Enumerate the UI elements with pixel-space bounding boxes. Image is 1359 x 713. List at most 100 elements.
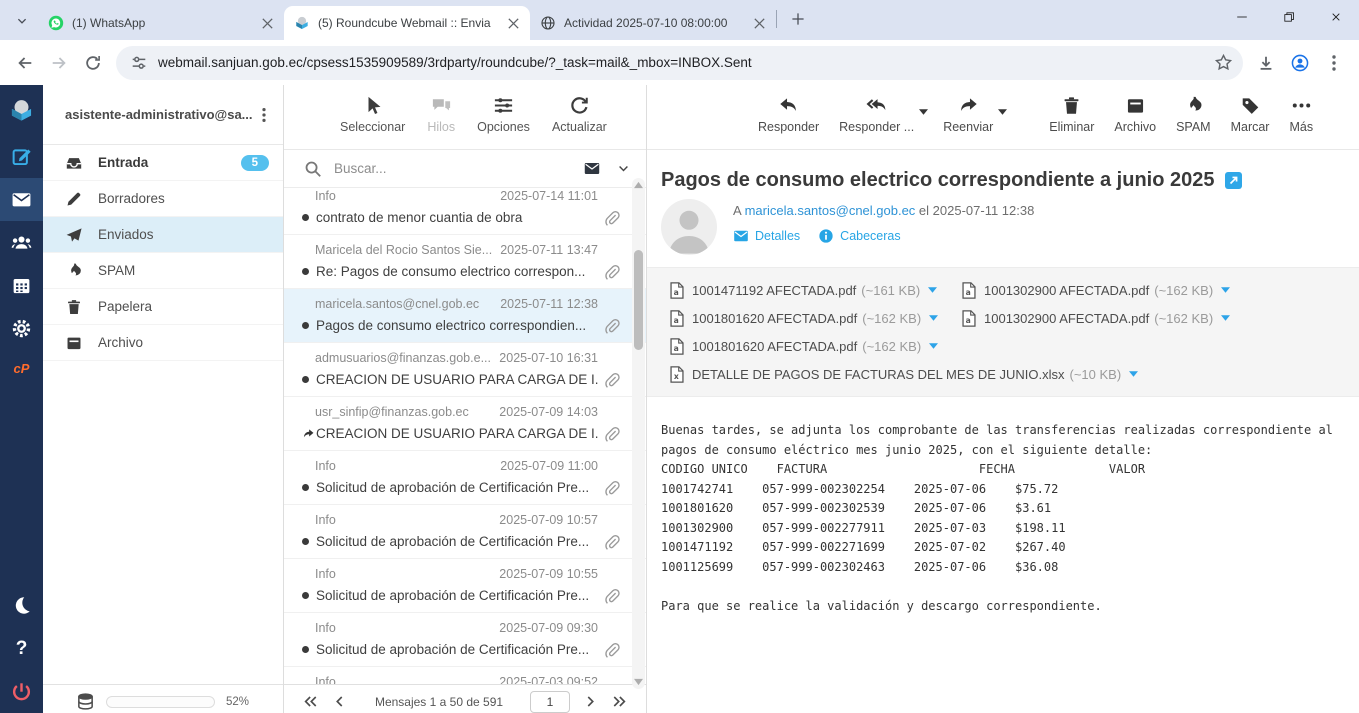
attachment-menu-icon[interactable] [1221, 315, 1230, 321]
folder-options-button[interactable] [255, 106, 273, 124]
minimize-button[interactable] [1218, 0, 1265, 34]
prev-page-button[interactable] [332, 694, 347, 709]
restore-button[interactable] [1265, 0, 1312, 34]
list-toolbar-opciones[interactable]: Opciones [473, 94, 534, 135]
msg-toolbar-spam[interactable]: SPAM [1171, 94, 1216, 135]
attachment-menu-icon[interactable] [928, 287, 937, 293]
first-page-button[interactable] [303, 694, 318, 709]
attachment-item[interactable]: a 1001302900 AFECTADA.pdf (~162 KB) [962, 304, 1254, 332]
unread-dot [302, 214, 309, 221]
attachment-item[interactable]: a 1001302900 AFECTADA.pdf (~162 KB) [962, 276, 1254, 304]
message-row[interactable]: usr_sinfip@finanzas.gob.ec 2025-07-09 14… [284, 397, 646, 451]
message-row[interactable]: Info 2025-07-09 11:00 Solicitud de aprob… [284, 451, 646, 505]
caret-down-icon[interactable] [919, 109, 928, 115]
caret-down-icon[interactable] [998, 109, 1007, 115]
dark-mode-button[interactable] [0, 584, 43, 627]
help-button[interactable]: ? [0, 627, 43, 670]
list-toolbar-seleccionar[interactable]: Seleccionar [336, 94, 409, 135]
message-row[interactable]: Info 2025-07-03 09:52 Solicitud de aprob… [284, 667, 646, 684]
list-toolbar-actualizar[interactable]: Actualizar [548, 94, 611, 135]
browser-menu-button[interactable] [1317, 46, 1351, 80]
folder-item-archivo[interactable]: Archivo [43, 325, 283, 361]
action-detalles[interactable]: Detalles [733, 228, 800, 244]
message-row[interactable]: Info 2025-07-14 11:01 contrato de menor … [284, 188, 646, 235]
address-bar[interactable]: webmail.sanjuan.gob.ec/cpsess1535909589/… [116, 46, 1243, 80]
new-tab-button[interactable] [785, 6, 811, 32]
mail-nav-button[interactable] [0, 178, 43, 221]
message-status [302, 268, 316, 275]
compose-button[interactable] [0, 135, 43, 178]
message-row[interactable]: Maricela del Rocio Santos Sie... 2025-07… [284, 235, 646, 289]
folder-item-borradores[interactable]: Borradores [43, 181, 283, 217]
message-row[interactable]: maricela.santos@cnel.gob.ec 2025-07-11 1… [284, 289, 646, 343]
list-toolbar-hilos[interactable]: Hilos [423, 94, 459, 135]
list-toolbar: Seleccionar Hilos Opciones Actualizar [284, 85, 646, 150]
logout-button[interactable] [0, 670, 43, 713]
back-button[interactable] [8, 46, 42, 80]
attachment-menu-icon[interactable] [1129, 371, 1138, 377]
list-toolbar-label: Seleccionar [340, 120, 405, 134]
close-window-button[interactable] [1312, 0, 1359, 34]
msg-toolbar-eliminar[interactable]: Eliminar [1044, 94, 1099, 135]
recipient-email-link[interactable]: maricela.santos@cnel.gob.ec [745, 203, 916, 218]
msg-toolbar-archivo[interactable]: Archivo [1109, 94, 1161, 135]
action-cabeceras[interactable]: Cabeceras [818, 228, 900, 244]
bookmark-star-icon[interactable] [1214, 53, 1233, 72]
attachment-menu-icon[interactable] [1221, 287, 1230, 293]
msg-toolbar-responder[interactable]: Responder ... [834, 94, 928, 135]
tab-close-icon[interactable] [751, 15, 768, 32]
scroll-down-icon[interactable] [634, 678, 643, 686]
window-controls [1218, 0, 1359, 34]
downloads-button[interactable] [1249, 46, 1283, 80]
msg-toolbar-marcar[interactable]: Marcar [1226, 94, 1275, 135]
scroll-up-icon[interactable] [634, 181, 643, 189]
browser-tab[interactable]: (5) Roundcube Webmail :: Envia [284, 6, 530, 40]
message-row[interactable]: Info 2025-07-09 10:55 Solicitud de aprob… [284, 559, 646, 613]
calendar-nav-button[interactable] [0, 264, 43, 307]
attachment-item[interactable]: a 1001801620 AFECTADA.pdf (~162 KB) [670, 332, 962, 360]
next-page-button[interactable] [583, 694, 598, 709]
settings-nav-button[interactable] [0, 307, 43, 350]
browser-tab[interactable]: Actividad 2025-07-10 08:00:00 [530, 6, 776, 40]
message-row[interactable]: Info 2025-07-09 10:57 Solicitud de aprob… [284, 505, 646, 559]
profile-button[interactable] [1283, 46, 1317, 80]
contacts-nav-button[interactable] [0, 221, 43, 264]
folder-item-papelera[interactable]: Papelera [43, 289, 283, 325]
reload-button[interactable] [76, 46, 110, 80]
message-row[interactable]: Info 2025-07-09 09:30 Solicitud de aprob… [284, 613, 646, 667]
tab-search-button[interactable] [8, 7, 36, 35]
attachment-item[interactable]: a 1001471192 AFECTADA.pdf (~161 KB) [670, 276, 962, 304]
open-in-new-window-icon[interactable] [1225, 172, 1242, 189]
cpanel-button[interactable]: cP [0, 350, 43, 386]
attachment-item[interactable]: a 1001801620 AFECTADA.pdf (~162 KB) [670, 304, 962, 332]
last-page-button[interactable] [612, 694, 627, 709]
msg-toolbar-responder[interactable]: Responder [753, 94, 824, 135]
msg-toolbar-más[interactable]: Más [1284, 94, 1318, 135]
search-input[interactable] [332, 160, 573, 177]
msg-toolbar-reenviar[interactable]: Reenviar [938, 94, 1007, 135]
tab-close-icon[interactable] [505, 15, 522, 32]
list-scrollbar[interactable] [632, 178, 645, 689]
attachment-item[interactable]: x DETALLE DE PAGOS DE FACTURAS DEL MES D… [670, 360, 1138, 388]
scrollbar-thumb[interactable] [634, 250, 643, 350]
attachment-menu-icon[interactable] [929, 343, 938, 349]
attachment-menu-icon[interactable] [929, 315, 938, 321]
message-row[interactable]: admusuarios@finanzas.gob.e... 2025-07-10… [284, 343, 646, 397]
folder-item-entrada[interactable]: Entrada 5 [43, 145, 283, 181]
folder-item-spam[interactable]: SPAM [43, 253, 283, 289]
browser-tab[interactable]: (1) WhatsApp [38, 6, 284, 40]
close-icon [1330, 11, 1342, 23]
mail-icon [11, 189, 32, 210]
forward-button[interactable] [42, 46, 76, 80]
page-number-input[interactable]: 1 [530, 691, 570, 713]
site-info-icon[interactable] [130, 54, 148, 72]
file-xlsx-icon: x [670, 366, 684, 383]
storage-icon [76, 692, 95, 711]
message-toolbar-label: Más [1289, 120, 1313, 134]
tab-close-icon[interactable] [259, 15, 276, 32]
svg-text:a: a [674, 344, 679, 353]
url-text[interactable]: webmail.sanjuan.gob.ec/cpsess1535909589/… [158, 55, 1214, 70]
search-scope-icon[interactable] [581, 160, 603, 177]
search-options-chevron-icon[interactable] [617, 162, 630, 175]
folder-item-enviados[interactable]: Enviados [43, 217, 283, 253]
